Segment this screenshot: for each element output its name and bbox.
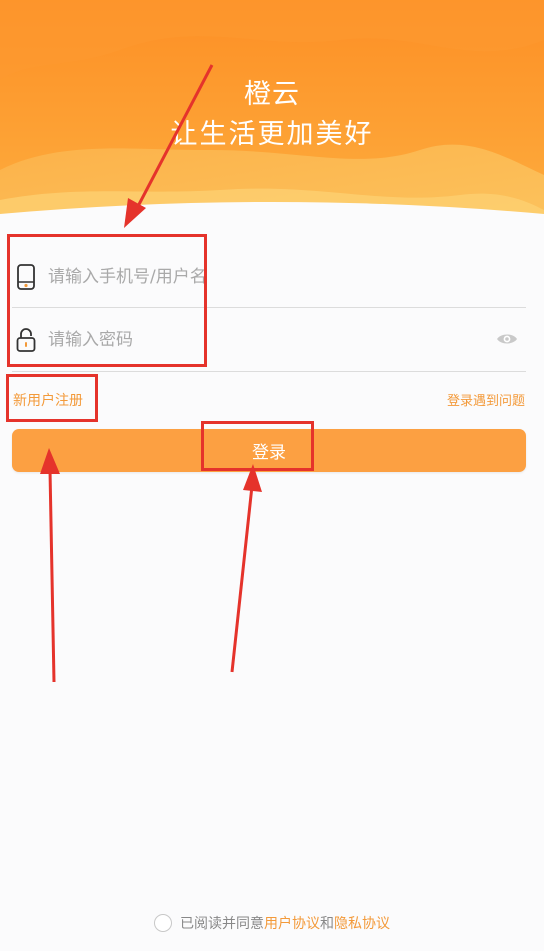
- login-help-link[interactable]: 登录遇到问题: [447, 390, 525, 409]
- password-input[interactable]: [46, 319, 490, 361]
- password-field[interactable]: [12, 309, 526, 371]
- agreement-text: 已阅读并同意: [180, 916, 264, 932]
- divider: [12, 371, 526, 372]
- divider: [12, 307, 526, 308]
- user-agreement-link[interactable]: 用户协议: [264, 916, 320, 932]
- app-slogan: 让生活更加美好: [170, 119, 374, 150]
- account-input[interactable]: [46, 256, 490, 298]
- agreement-conjunction: 和: [320, 916, 334, 932]
- lock-icon: [16, 328, 36, 352]
- login-button[interactable]: 登录: [12, 429, 526, 472]
- account-field[interactable]: [12, 246, 526, 308]
- agreement-row: 已阅读并同意用户协议和隐私协议: [0, 913, 544, 933]
- agreement-radio-icon[interactable]: [154, 914, 172, 932]
- eye-icon[interactable]: [496, 331, 518, 347]
- phone-icon: [17, 264, 35, 290]
- header-banner: 橙云 让生活更加美好: [0, 0, 544, 232]
- app-title: 橙云: [244, 79, 300, 110]
- privacy-agreement-link[interactable]: 隐私协议: [334, 916, 390, 932]
- register-link[interactable]: 新用户注册: [13, 390, 83, 410]
